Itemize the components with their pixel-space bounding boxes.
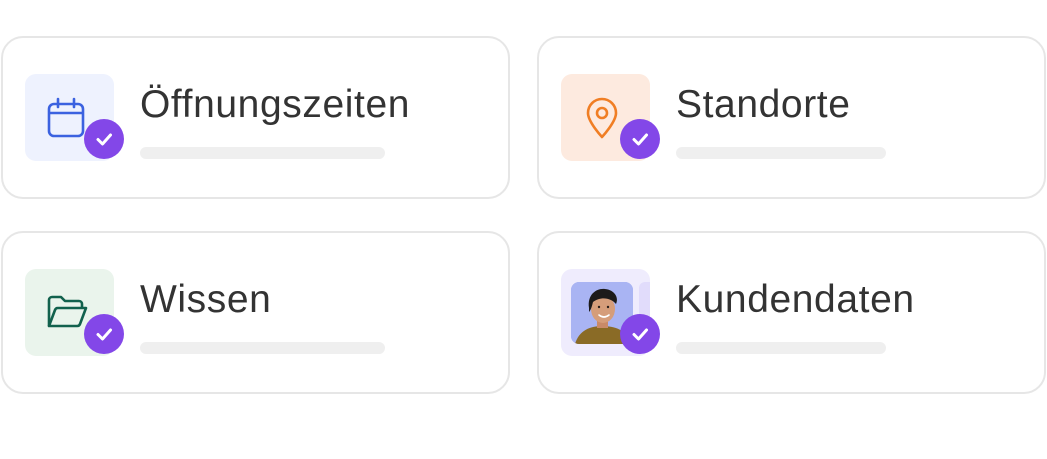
icon-tile <box>25 74 124 161</box>
card-kundendaten[interactable]: Kundendaten <box>537 231 1046 394</box>
card-wissen[interactable]: Wissen <box>1 231 510 394</box>
check-badge-icon <box>620 314 660 354</box>
icon-tile <box>561 74 660 161</box>
placeholder-bar <box>676 147 886 159</box>
folder-icon <box>47 295 88 328</box>
icon-tile <box>25 269 124 356</box>
card-title: Öffnungszeiten <box>140 83 411 126</box>
placeholder-bar <box>140 147 385 159</box>
calendar-icon <box>47 97 85 138</box>
card-title: Standorte <box>676 83 851 126</box>
location-pin-icon <box>586 97 618 139</box>
check-badge-icon <box>620 119 660 159</box>
card-oeffnungszeiten[interactable]: Öffnungszeiten <box>1 36 510 199</box>
card-title: Wissen <box>140 278 272 321</box>
icon-tile <box>561 269 660 356</box>
check-badge-icon <box>84 119 124 159</box>
card-standorte[interactable]: Standorte <box>537 36 1046 199</box>
placeholder-bar <box>676 342 886 354</box>
placeholder-bar <box>140 342 385 354</box>
card-title: Kundendaten <box>676 278 915 321</box>
check-badge-icon <box>84 314 124 354</box>
